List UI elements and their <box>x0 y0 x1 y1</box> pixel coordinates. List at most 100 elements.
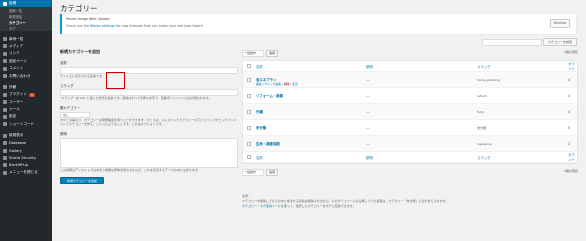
page-icon <box>3 59 7 64</box>
sidebar-item-label: ツール <box>9 107 20 112</box>
table-row: リフォーム・新築 — reform 4 <box>243 88 577 104</box>
main-content: カテゴリー Resize Image After Upload Check ou… <box>52 0 586 241</box>
category-count[interactable]: 4 <box>568 94 570 98</box>
sidebar-item-database[interactable]: Database <box>0 139 52 146</box>
sidebar-item-comments[interactable]: コメント <box>0 65 52 72</box>
sidebar-item-settings[interactable]: 設定 <box>0 113 52 120</box>
column-count[interactable]: カウント <box>568 61 577 71</box>
select-all-checkbox[interactable] <box>247 155 251 159</box>
quick-edit-link[interactable]: クイック編集 <box>264 82 281 86</box>
sidebar-item-label: メニューを閉じる <box>9 170 38 175</box>
categories-table: 名前 説明 スラッグ カウント 省エネプラン — home_planning 4… <box>242 60 578 164</box>
row-checkbox[interactable] <box>247 125 251 130</box>
bulk-action-select[interactable]: 一括操作 <box>242 169 264 176</box>
notice-title: Resize Image After Upload <box>66 17 110 21</box>
sidebar-item-posts[interactable]: 投稿 <box>0 0 52 8</box>
sidebar-item-label: リンク <box>9 51 20 56</box>
description-textarea[interactable] <box>60 137 238 168</box>
row-checkbox[interactable] <box>247 109 251 114</box>
category-count[interactable]: 2 <box>568 142 570 146</box>
backup-icon <box>3 163 7 168</box>
admin-sidebar: 投稿 投稿一覧 新規追加 カテゴリー タグ 事例一覧 メディア リンク 固定ペー… <box>0 0 52 241</box>
apply-button[interactable]: 適用 <box>266 169 278 176</box>
sidebar-item-label: メディア <box>9 43 24 48</box>
column-description[interactable]: 説明 <box>366 155 373 160</box>
notes-section: 注意: カテゴリーを削除してもその中に含まれる投稿は削除されません。そのカテゴリ… <box>242 194 578 209</box>
thumbtack-icon <box>3 37 7 42</box>
category-name[interactable]: リフォーム・新築 <box>256 93 283 98</box>
sidebar-item-pages[interactable]: 固定ページ <box>0 58 52 65</box>
category-slug: reform <box>477 93 488 98</box>
delete-link[interactable]: 削除 <box>284 82 290 86</box>
column-description[interactable]: 説明 <box>366 64 373 69</box>
bulk-actions-top: 一括操作 適用 5個の項目 <box>242 49 578 58</box>
gallery-icon <box>3 148 7 153</box>
item-count: 5個の項目 <box>564 50 578 54</box>
notes-converter-text: を使って、選択したカテゴリーをタグに変換できます。 <box>281 204 356 208</box>
wrench-icon <box>3 107 7 112</box>
table-row: 省エネプラン — home_planning 4 編集 | クイック編集 | 削… <box>243 72 577 88</box>
sidebar-item-label: Database <box>9 141 27 146</box>
column-slug[interactable]: スラッグ <box>477 155 491 160</box>
brush-icon <box>3 85 7 90</box>
sidebar-item-users[interactable]: ユーザー <box>0 99 52 106</box>
page-title: カテゴリー <box>60 4 98 13</box>
category-description: — <box>366 125 370 130</box>
sidebar-item-shield[interactable]: Shield Security <box>0 154 52 161</box>
category-count[interactable]: 4 <box>568 110 570 114</box>
table-footer: 名前 説明 スラッグ カウント <box>243 152 577 163</box>
name-input[interactable] <box>60 66 238 74</box>
mail-icon <box>3 74 7 79</box>
sidebar-item-shortcode[interactable]: ショートコード <box>0 121 52 128</box>
column-slug[interactable]: スラッグ <box>477 64 491 69</box>
user-icon <box>3 100 7 105</box>
category-slug: 未分類 <box>477 125 487 130</box>
edit-link[interactable]: 編集 <box>256 82 262 86</box>
collapse-icon <box>3 170 7 175</box>
view-link[interactable]: 表示 <box>292 82 298 86</box>
row-checkbox[interactable] <box>247 93 251 98</box>
sidebar-item-new-display[interactable]: 新規表示 <box>0 132 52 139</box>
add-category-button[interactable]: 新規カテゴリーを追加 <box>60 176 104 184</box>
category-name[interactable]: 未分類 <box>256 125 266 130</box>
plugin-notice: Resize Image After Upload Check out the … <box>60 14 576 34</box>
sidebar-item-backwpup[interactable]: BackWPup <box>0 162 52 169</box>
row-checkbox[interactable] <box>247 141 251 146</box>
category-count[interactable]: 4 <box>568 78 570 82</box>
sidebar-sub-label: カテゴリー <box>9 20 26 25</box>
sidebar-item-gallery[interactable]: Gallery <box>0 147 52 154</box>
sidebar-item-links[interactable]: リンク <box>0 50 52 57</box>
bulk-action-select[interactable]: 一括操作 <box>242 50 264 57</box>
category-name[interactable]: 生命・損害保険 <box>256 141 280 146</box>
category-count[interactable]: 0 <box>568 126 570 130</box>
select-all-checkbox[interactable] <box>247 64 251 68</box>
row-checkbox[interactable] <box>247 77 251 82</box>
sidebar-item-plugins[interactable]: プラグイン 5 <box>0 91 52 98</box>
search-categories-button[interactable]: カテゴリーを検索 <box>543 38 577 46</box>
sidebar-item-label: ショートコード <box>9 121 35 126</box>
sidebar-item-media[interactable]: メディア <box>0 43 52 50</box>
sidebar-item-label: お問い合わせ <box>9 73 31 78</box>
notice-settings-link[interactable]: Resize settings <box>90 24 115 28</box>
converter-link[interactable]: カテゴリー・タグ変換ツール <box>242 204 281 208</box>
sidebar-item-collapse[interactable]: メニューを閉じる <box>0 169 52 176</box>
dismiss-button[interactable]: Dismiss <box>550 19 570 28</box>
sidebar-item-contact[interactable]: お問い合わせ <box>0 72 52 79</box>
slug-input[interactable] <box>60 89 238 96</box>
column-name[interactable]: 名前 <box>256 64 263 69</box>
link-icon <box>3 51 7 56</box>
media-icon <box>3 44 7 49</box>
sidebar-item-appearance[interactable]: 外観 <box>0 84 52 91</box>
table-header: 名前 説明 スラッグ カウント <box>243 61 577 72</box>
comment-icon <box>3 66 7 71</box>
category-name[interactable]: 外構 <box>256 109 263 114</box>
sidebar-item-cases[interactable]: 事例一覧 <box>0 35 52 42</box>
column-name[interactable]: 名前 <box>256 155 263 160</box>
search-input[interactable] <box>482 39 542 46</box>
sidebar-item-label: 外観 <box>9 84 17 89</box>
sidebar-item-tools[interactable]: ツール <box>0 106 52 113</box>
category-slug: home_planning <box>477 77 501 82</box>
sidebar-sub-label: タグ <box>9 26 16 31</box>
column-count[interactable]: カウント <box>568 152 577 162</box>
apply-button[interactable]: 適用 <box>266 50 278 57</box>
